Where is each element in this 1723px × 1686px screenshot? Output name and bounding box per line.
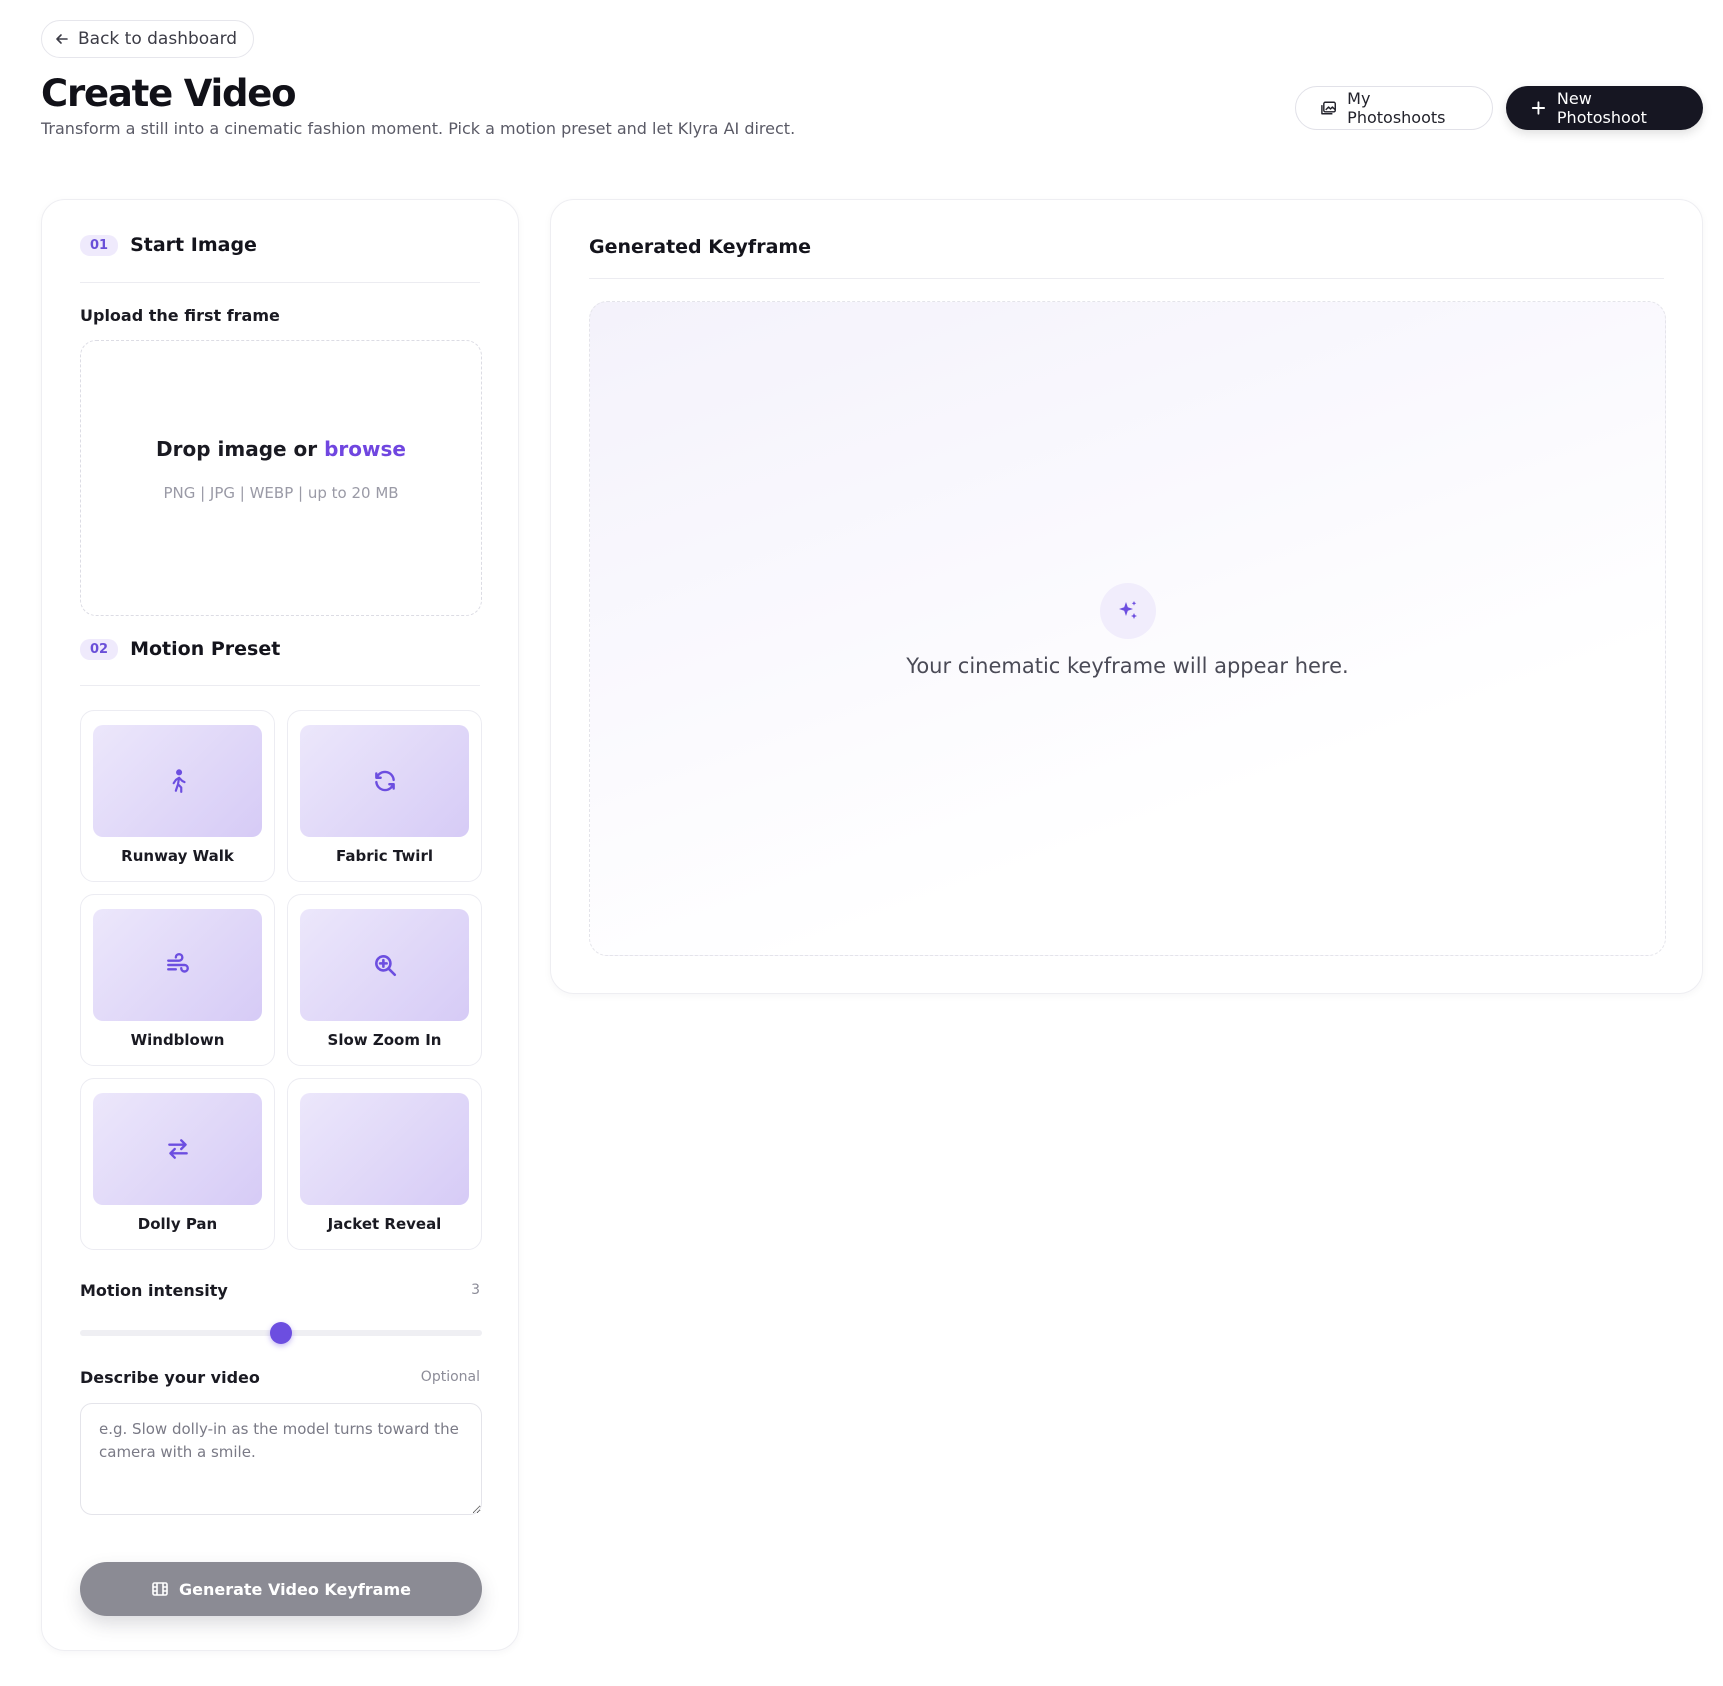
- images-icon: [1321, 101, 1336, 115]
- sparkles-icon: [1119, 601, 1137, 619]
- sparkles-badge: [1100, 583, 1156, 639]
- start-image-header: 01 Start Image: [80, 234, 257, 256]
- generate-label: Generate Video Keyframe: [178, 1579, 411, 1599]
- my-photoshoots-label: My Photoshoots: [1347, 89, 1446, 127]
- preset-label: Windblown: [130, 1031, 225, 1049]
- keyframe-preview-area: Your cinematic keyframe will appear here…: [589, 301, 1666, 956]
- preset-dolly-pan[interactable]: Dolly Pan: [80, 1078, 275, 1250]
- preset-label: Fabric Twirl: [335, 847, 433, 865]
- preset-thumbnail: [93, 909, 262, 1021]
- motion-preset-header: 02 Motion Preset: [80, 638, 280, 660]
- keyframe-title: Generated Keyframe: [589, 236, 812, 258]
- section-title: Start Image: [130, 234, 257, 256]
- image-dropzone[interactable]: Drop image or browse PNG | JPG | WEBP | …: [80, 340, 482, 616]
- plus-icon: [1531, 101, 1546, 115]
- file-formats: PNG | JPG | WEBP | up to 20 MB: [163, 484, 399, 502]
- preset-runway-walk[interactable]: Runway Walk: [80, 710, 275, 882]
- optional-label: Optional: [420, 1369, 480, 1385]
- new-photoshoot-button[interactable]: New Photoshoot: [1506, 86, 1703, 130]
- page-title: Create Video: [41, 72, 297, 115]
- preset-label: Runway Walk: [121, 847, 234, 865]
- video-settings-card: 01 Start Image Upload the first frame Dr…: [41, 199, 519, 1651]
- zoom-in-icon: [374, 955, 396, 977]
- drop-text: Drop image or browse: [81, 437, 481, 461]
- describe-video-label: Describe your video: [80, 1368, 260, 1387]
- section-title: Motion Preset: [130, 638, 281, 660]
- generate-video-keyframe-button[interactable]: Generate Video Keyframe: [80, 1562, 482, 1616]
- video-description-input[interactable]: [80, 1403, 482, 1515]
- preset-jacket-reveal[interactable]: Jacket Reveal: [287, 1078, 482, 1250]
- wind-icon: [166, 953, 189, 973]
- divider: [80, 282, 480, 283]
- preset-thumbnail: [93, 1093, 262, 1205]
- preset-thumbnail: [93, 725, 262, 837]
- preset-fabric-twirl[interactable]: Fabric Twirl: [287, 710, 482, 882]
- preset-thumbnail: [300, 725, 469, 837]
- keyframe-empty-text: Your cinematic keyframe will appear here…: [906, 654, 1349, 678]
- my-photoshoots-button[interactable]: My Photoshoots: [1295, 86, 1493, 130]
- drop-prompt: Drop image or: [156, 437, 318, 461]
- new-photoshoot-label: New Photoshoot: [1556, 89, 1647, 127]
- divider: [80, 685, 480, 686]
- film-icon: [152, 1582, 168, 1596]
- refresh-icon: [374, 770, 395, 792]
- swap-arrows-icon: [167, 1139, 188, 1159]
- divider: [589, 278, 1664, 279]
- preset-thumbnail: [300, 1093, 469, 1205]
- motion-preset-grid: Runway Walk Fabric Twirl Windblown Slow …: [80, 710, 482, 1250]
- preset-thumbnail: [300, 909, 469, 1021]
- arrow-left-icon: [56, 34, 68, 44]
- upload-label: Upload the first frame: [80, 306, 280, 325]
- preset-label: Slow Zoom In: [327, 1031, 442, 1049]
- step-badge: 02: [80, 638, 119, 660]
- motion-intensity-label: Motion intensity: [80, 1281, 228, 1300]
- preset-label: Dolly Pan: [137, 1215, 218, 1233]
- generated-keyframe-card: Generated Keyframe Your cinematic keyfra…: [550, 199, 1703, 994]
- preset-slow-zoom-in[interactable]: Slow Zoom In: [287, 894, 482, 1066]
- page-subtitle: Transform a still into a cinematic fashi…: [41, 119, 796, 138]
- back-label: Back to dashboard: [78, 29, 238, 49]
- walking-person-icon: [172, 769, 186, 793]
- preset-windblown[interactable]: Windblown: [80, 894, 275, 1066]
- step-badge: 01: [80, 234, 119, 256]
- back-to-dashboard-button[interactable]: Back to dashboard: [41, 20, 255, 58]
- slider-handle[interactable]: [270, 1322, 292, 1344]
- browse-link[interactable]: browse: [324, 437, 406, 461]
- preset-label: Jacket Reveal: [327, 1215, 442, 1233]
- motion-intensity-value: 3: [471, 1282, 480, 1298]
